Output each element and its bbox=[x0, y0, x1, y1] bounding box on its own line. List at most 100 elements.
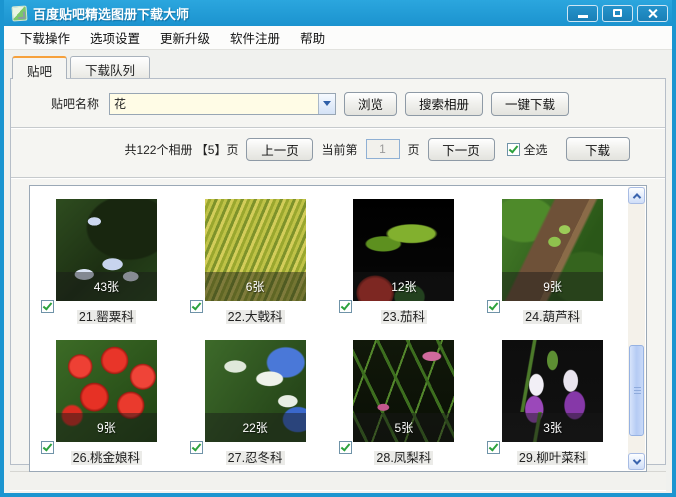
download-button[interactable]: 下载 bbox=[566, 137, 630, 161]
album-title: 23.茄科 bbox=[381, 310, 427, 324]
album-checkbox[interactable] bbox=[487, 441, 500, 454]
chevron-down-icon bbox=[323, 101, 331, 106]
select-all-checkbox[interactable] bbox=[507, 143, 520, 156]
select-all-label: 全选 bbox=[524, 141, 548, 158]
album-card: 6张 22.大戟科 bbox=[181, 199, 330, 340]
check-icon bbox=[508, 143, 518, 153]
check-icon bbox=[489, 300, 499, 310]
album-title: 21.罂粟科 bbox=[77, 310, 136, 324]
tab-download-queue[interactable]: 下载队列 bbox=[70, 56, 150, 78]
album-count: 9张 bbox=[543, 278, 562, 295]
tab-strip: 贴吧 下载队列 bbox=[10, 56, 666, 78]
album-title: 28.凤梨科 bbox=[374, 451, 433, 465]
album-title: 26.桃金娘科 bbox=[71, 451, 142, 465]
close-icon bbox=[647, 8, 658, 19]
current-page-input[interactable] bbox=[366, 139, 400, 159]
menu-item-download-ops[interactable]: 下载操作 bbox=[10, 25, 80, 50]
album-card: 22张 27.忍冬科 bbox=[181, 340, 330, 481]
client-area: 贴吧 下载队列 贴吧名称 花 浏览 搜索相册 一键下载 共122个相册 bbox=[4, 50, 672, 493]
maximize-icon bbox=[613, 9, 622, 17]
title-bar: 百度贴吧精选图册下载大师 bbox=[4, 0, 672, 26]
check-icon bbox=[43, 441, 53, 451]
album-count-summary: 共122个相册 【5】页 bbox=[124, 141, 238, 158]
album-checkbox[interactable] bbox=[190, 300, 203, 313]
tieba-tab-panel: 贴吧名称 花 浏览 搜索相册 一键下载 共122个相册 【5】页 上一页 当前第… bbox=[10, 78, 666, 465]
browse-button[interactable]: 浏览 bbox=[344, 92, 397, 116]
tieba-name-label: 贴吧名称 bbox=[51, 95, 99, 112]
photo-count-overlay: 9张 bbox=[56, 413, 157, 442]
album-thumbnail[interactable]: 9张 bbox=[56, 340, 157, 442]
album-checkbox[interactable] bbox=[41, 441, 54, 454]
check-icon bbox=[340, 300, 350, 310]
one-click-download-button[interactable]: 一键下载 bbox=[491, 92, 569, 116]
album-card: 5张 28.凤梨科 bbox=[330, 340, 479, 481]
album-checkbox[interactable] bbox=[487, 300, 500, 313]
combobox-dropdown-button[interactable] bbox=[318, 94, 335, 114]
scroll-up-button[interactable] bbox=[628, 187, 645, 204]
album-count: 3张 bbox=[543, 419, 562, 436]
album-checkbox[interactable] bbox=[339, 300, 352, 313]
check-icon bbox=[489, 441, 499, 451]
chevron-up-icon bbox=[632, 193, 640, 201]
album-count: 22张 bbox=[242, 419, 267, 436]
menu-item-update[interactable]: 更新升级 bbox=[150, 25, 220, 50]
album-count: 43张 bbox=[94, 278, 119, 295]
album-card: 12张 23.茄科 bbox=[330, 199, 479, 340]
album-thumbnail[interactable]: 12张 bbox=[353, 199, 454, 301]
album-checkbox[interactable] bbox=[190, 441, 203, 454]
album-thumbnail[interactable]: 43张 bbox=[56, 199, 157, 301]
current-page-suffix: 页 bbox=[408, 141, 420, 158]
album-card: 9张 24.葫芦科 bbox=[478, 199, 627, 340]
minimize-button[interactable] bbox=[567, 5, 598, 22]
check-icon bbox=[340, 441, 350, 451]
album-title: 29.柳叶菜科 bbox=[517, 451, 588, 465]
album-list-panel: 43张 21.罂粟科 6张 22.大戟科 12张 23.茄科 9张 2 bbox=[29, 185, 647, 472]
album-grid: 43张 21.罂粟科 6张 22.大戟科 12张 23.茄科 9张 2 bbox=[32, 186, 627, 471]
check-icon bbox=[191, 441, 201, 451]
album-title: 27.忍冬科 bbox=[226, 451, 285, 465]
menu-item-options[interactable]: 选项设置 bbox=[80, 25, 150, 50]
photo-count-overlay: 6张 bbox=[205, 272, 306, 301]
prev-page-button[interactable]: 上一页 bbox=[246, 138, 313, 161]
search-row: 贴吧名称 花 浏览 搜索相册 一键下载 bbox=[11, 79, 665, 119]
photo-count-overlay: 5张 bbox=[353, 413, 454, 442]
album-count: 5张 bbox=[395, 419, 414, 436]
album-checkbox[interactable] bbox=[339, 441, 352, 454]
close-button[interactable] bbox=[637, 5, 668, 22]
maximize-button[interactable] bbox=[602, 5, 633, 22]
scrollbar-thumb[interactable] bbox=[629, 345, 644, 436]
tieba-name-value: 花 bbox=[110, 95, 318, 112]
album-card: 9张 26.桃金娘科 bbox=[32, 340, 181, 481]
menu-item-register[interactable]: 软件注册 bbox=[220, 25, 290, 50]
album-thumbnail[interactable]: 22张 bbox=[205, 340, 306, 442]
tieba-name-combobox[interactable]: 花 bbox=[109, 93, 336, 115]
album-count: 9张 bbox=[97, 419, 116, 436]
search-album-button[interactable]: 搜索相册 bbox=[405, 92, 483, 116]
menu-bar: 下载操作 选项设置 更新升级 软件注册 帮助 bbox=[4, 26, 672, 50]
album-card: 43张 21.罂粟科 bbox=[32, 199, 181, 340]
minimize-icon bbox=[578, 15, 588, 18]
photo-count-overlay: 43张 bbox=[56, 272, 157, 301]
tab-tieba[interactable]: 贴吧 bbox=[12, 56, 67, 79]
photo-count-overlay: 12张 bbox=[353, 272, 454, 301]
chevron-down-icon bbox=[632, 456, 640, 464]
album-thumbnail[interactable]: 9张 bbox=[502, 199, 603, 301]
app-window: 百度贴吧精选图册下载大师 下载操作 选项设置 更新升级 软件注册 帮助 贴吧 下… bbox=[0, 0, 676, 497]
scroll-down-button[interactable] bbox=[628, 453, 645, 470]
vertical-scrollbar[interactable] bbox=[628, 187, 645, 470]
menu-item-help[interactable]: 帮助 bbox=[290, 25, 335, 50]
photo-count-overlay: 3张 bbox=[502, 413, 603, 442]
album-thumbnail[interactable]: 5张 bbox=[353, 340, 454, 442]
check-icon bbox=[191, 300, 201, 310]
next-page-button[interactable]: 下一页 bbox=[428, 138, 495, 161]
album-title: 22.大戟科 bbox=[226, 310, 285, 324]
album-thumbnail[interactable]: 6张 bbox=[205, 199, 306, 301]
album-checkbox[interactable] bbox=[41, 300, 54, 313]
album-count: 6张 bbox=[246, 278, 265, 295]
window-title: 百度贴吧精选图册下载大师 bbox=[33, 4, 189, 23]
album-count: 12张 bbox=[391, 278, 416, 295]
check-icon bbox=[43, 300, 53, 310]
pagination-row: 共122个相册 【5】页 上一页 当前第 页 下一页 全选 下载 bbox=[11, 129, 665, 169]
photo-count-overlay: 9张 bbox=[502, 272, 603, 301]
album-thumbnail[interactable]: 3张 bbox=[502, 340, 603, 442]
